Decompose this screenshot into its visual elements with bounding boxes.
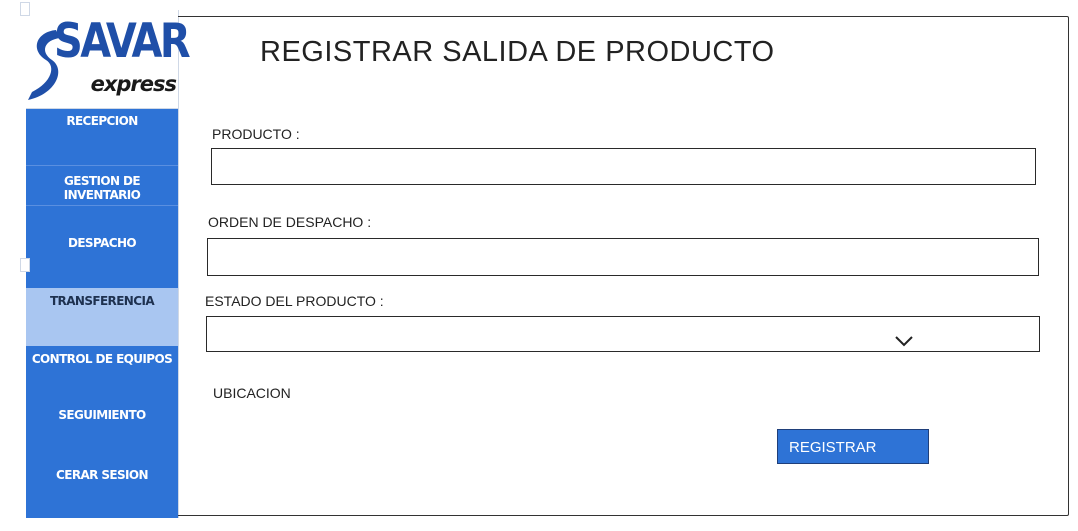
producto-input[interactable] [211,148,1036,185]
producto-label: PRODUCTO : [212,126,300,142]
ubicacion-label: UBICACION [213,385,291,401]
sidebar-item-cerrar-sesion[interactable]: CERAR SESION [26,468,178,482]
sidebar-item-recepcion[interactable]: RECEPCION [26,114,178,128]
resize-handle [20,2,30,16]
estado-producto-label: ESTADO DEL PRODUCTO : [205,293,384,309]
logo: SAVAR express [26,10,191,109]
sidebar-item-transferencia[interactable]: TRANSFERENCIA [26,288,178,346]
chevron-down-icon[interactable] [894,334,914,348]
logo-brand: SAVAR [54,14,191,69]
nav-divider [26,165,178,166]
sidebar-item-seguimiento[interactable]: SEGUIMIENTO [26,408,178,422]
sidebar-item-despacho[interactable]: DESPACHO [26,236,178,250]
resize-handle [20,258,30,272]
sidebar-item-control-equipos[interactable]: CONTROL DE EQUIPOS [26,352,178,366]
nav-divider [26,205,178,206]
orden-despacho-input[interactable] [207,238,1039,276]
sidebar: SAVAR express RECEPCION GESTION DE INVEN… [26,10,191,518]
logo-sub: express [90,72,177,96]
orden-despacho-label: ORDEN DE DESPACHO : [208,214,372,230]
sidebar-item-gestion-inventario[interactable]: GESTION DE INVENTARIO [26,174,178,202]
page-title: REGISTRAR SALIDA DE PRODUCTO [260,36,775,68]
registrar-button[interactable]: REGISTRAR [777,429,929,464]
estado-producto-select[interactable] [206,316,1040,352]
